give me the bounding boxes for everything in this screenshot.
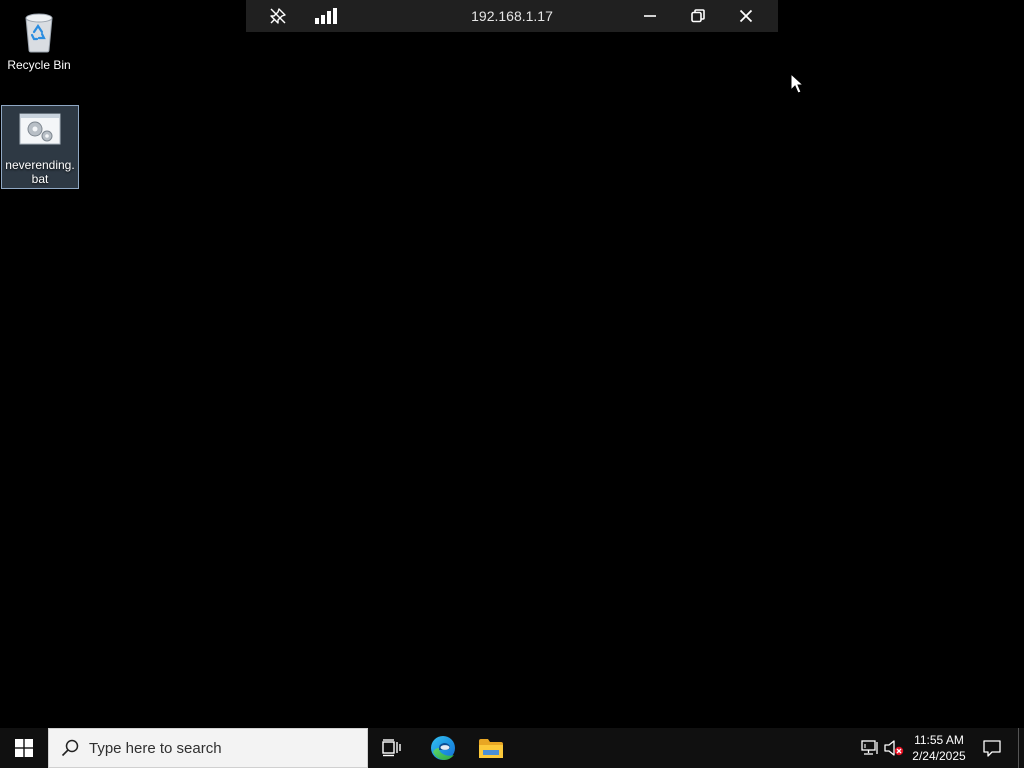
close-button[interactable] (722, 0, 770, 32)
action-center-button[interactable] (976, 728, 1008, 768)
edge-icon (431, 736, 455, 760)
mouse-cursor-icon (790, 73, 804, 94)
notification-icon (983, 740, 1001, 757)
restore-button[interactable] (674, 0, 722, 32)
batch-file-icon (19, 113, 61, 145)
connection-title: 192.168.1.17 (471, 8, 553, 24)
neverending-bat-label: neverending. bat (5, 158, 75, 186)
edge-taskbar-button[interactable] (419, 728, 467, 768)
show-desktop-button[interactable] (1018, 728, 1024, 768)
search-icon (61, 739, 79, 757)
task-view-icon (382, 739, 401, 757)
taskbar-search[interactable] (48, 728, 368, 768)
file-explorer-icon (479, 739, 503, 758)
minimize-button[interactable] (626, 0, 674, 32)
clock-date: 2/24/2025 (912, 749, 966, 763)
neverending-bat-shortcut[interactable]: neverending. bat (1, 105, 79, 189)
taskbar-clock[interactable]: 11:55 AM 2/24/2025 (906, 728, 972, 768)
close-icon (739, 9, 753, 23)
restore-icon (691, 9, 705, 23)
file-explorer-taskbar-button[interactable] (467, 728, 515, 768)
desktop: Recycle Bin neverending. bat 192.168.1.1… (0, 0, 1024, 728)
recycle-bin-shortcut[interactable]: Recycle Bin (0, 4, 78, 76)
pin-icon (270, 8, 286, 24)
search-input[interactable] (89, 739, 349, 757)
minimize-icon (644, 15, 656, 17)
windows-logo-icon (15, 739, 33, 757)
clock-time: 11:55 AM (914, 733, 964, 747)
recycle-bin-icon (25, 13, 53, 53)
recycle-bin-label: Recycle Bin (7, 58, 71, 72)
pin-button[interactable] (254, 0, 302, 32)
network-tray-button[interactable] (858, 728, 882, 768)
connection-signal-icon (315, 8, 337, 24)
volume-muted-icon (884, 740, 904, 756)
remote-connection-bar: 192.168.1.17 (246, 0, 778, 32)
start-button[interactable] (0, 728, 48, 768)
volume-tray-button[interactable] (882, 728, 906, 768)
taskbar: 11:55 AM 2/24/2025 (0, 728, 1024, 768)
task-view-button[interactable] (368, 728, 416, 768)
network-icon (861, 740, 878, 755)
connection-quality-button[interactable] (302, 0, 350, 32)
